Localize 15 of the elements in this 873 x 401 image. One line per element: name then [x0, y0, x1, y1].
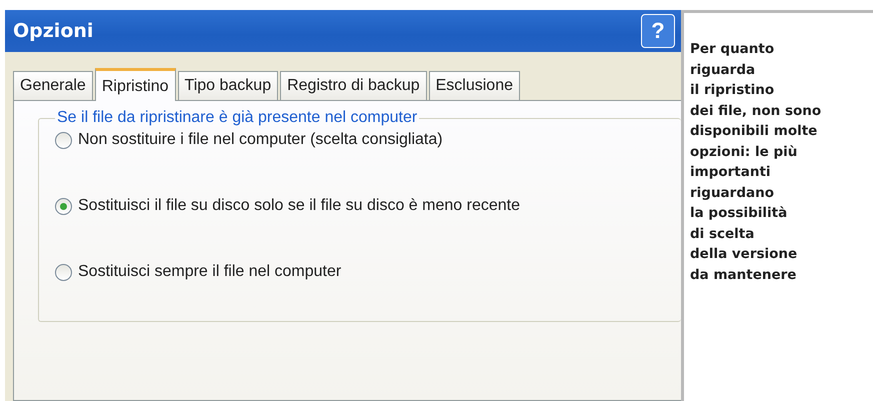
tab[interactable]: Ripristino	[94, 68, 176, 101]
tab[interactable]: Registro di backup	[280, 71, 427, 100]
tab[interactable]: Tipo backup	[178, 71, 278, 100]
radio-button[interactable]	[55, 132, 72, 148]
tab[interactable]: Esclusione	[428, 71, 520, 100]
radio-option[interactable]: Non sostituire i file nel computer (scelta consigliata)	[55, 131, 681, 149]
radio-option[interactable]: Sostituisci sempre il file nel computer	[55, 263, 681, 281]
radio-button[interactable]	[55, 264, 72, 280]
window-title: Opzioni	[13, 20, 94, 42]
caption-text: Per quanto riguarda il ripristino dei file, non sono disponibili molte opzioni: le più importanti riguardano la possibilità di scelta della versione da mantenere	[690, 40, 822, 284]
radio-button[interactable]	[55, 198, 72, 214]
radio-option[interactable]: Sostituisci il file su disco solo se il file su disco è meno recente	[55, 197, 681, 215]
help-button[interactable]: ?	[641, 14, 675, 48]
group-title: Se il file da ripristinare è già presente nel computer	[56, 109, 418, 127]
tab[interactable]: Generale	[13, 71, 93, 100]
